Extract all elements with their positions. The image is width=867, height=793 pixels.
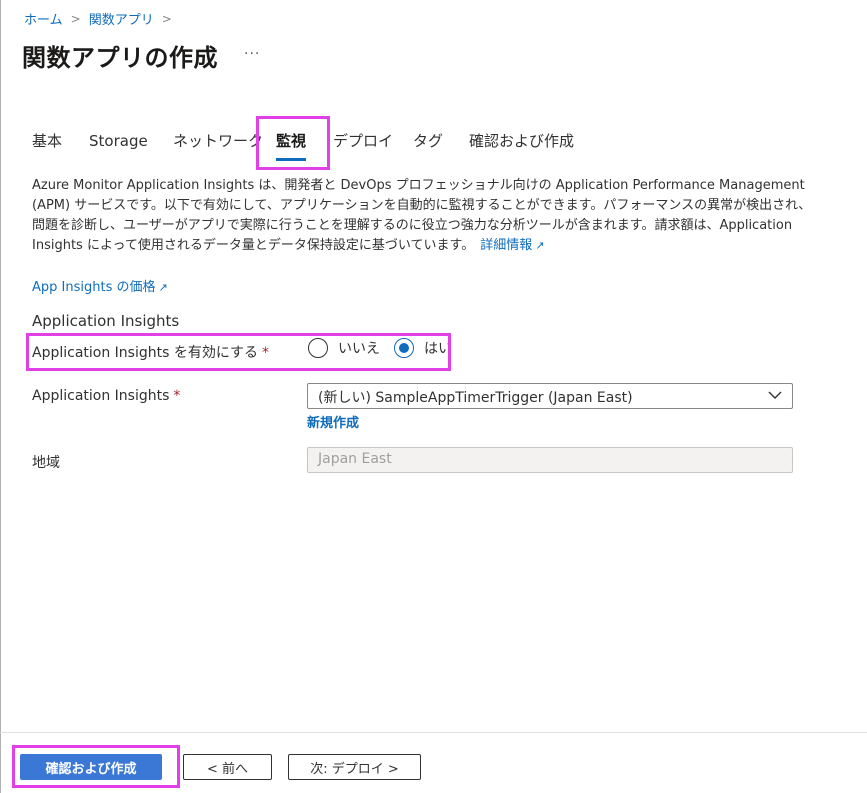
- page-title: 関数アプリの作成: [22, 44, 218, 72]
- window-edge: [0, 0, 1, 793]
- required-marker: *: [173, 388, 181, 404]
- next-button[interactable]: 次: デプロイ >: [288, 754, 421, 780]
- previous-button[interactable]: < 前へ: [183, 754, 272, 780]
- tab-networking[interactable]: ネットワーク: [173, 128, 263, 154]
- footer-divider: [0, 732, 867, 733]
- radio-yes[interactable]: はい: [394, 338, 452, 358]
- section-title: Application Insights: [32, 312, 180, 330]
- region-label: 地域: [32, 455, 60, 471]
- create-new-link[interactable]: 新規作成: [307, 412, 359, 431]
- tab-review-create[interactable]: 確認および作成: [469, 128, 574, 154]
- chevron-down-icon: [768, 391, 782, 399]
- radio-checked-icon: [394, 338, 414, 358]
- insights-label-text: Application Insights: [32, 388, 170, 404]
- radio-no-label: いいえ: [338, 341, 380, 357]
- enable-insights-label: Application Insights を有効にする *: [32, 342, 269, 362]
- region-input: Japan East: [307, 447, 793, 473]
- insights-select[interactable]: (新しい) SampleAppTimerTrigger (Japan East): [307, 383, 793, 409]
- insights-select-value: (新しい) SampleAppTimerTrigger (Japan East): [318, 390, 633, 406]
- description-text: Azure Monitor Application Insights は、開発者…: [32, 178, 812, 253]
- active-tab-indicator: [276, 158, 306, 161]
- breadcrumb-home[interactable]: ホーム: [24, 9, 63, 28]
- required-marker: *: [262, 345, 269, 361]
- insights-label: Application Insights *: [32, 388, 180, 404]
- breadcrumb-separator-icon: >: [70, 11, 81, 26]
- external-link-icon: ↗: [158, 281, 168, 294]
- tab-deployment[interactable]: デプロイ: [333, 128, 393, 154]
- pricing-link[interactable]: App Insights の価格 ↗: [32, 276, 168, 295]
- pricing-link-label: App Insights の価格: [32, 280, 156, 295]
- external-link-icon: ↗: [535, 239, 545, 252]
- radio-unchecked-icon: [308, 338, 328, 358]
- breadcrumb-separator-icon: >: [161, 11, 172, 26]
- breadcrumb: ホーム > 関数アプリ >: [24, 9, 180, 29]
- radio-dot: [399, 343, 409, 353]
- learn-more-link[interactable]: 詳細情報: [480, 238, 532, 253]
- radio-yes-label: はい: [424, 341, 452, 357]
- tab-tags[interactable]: タグ: [413, 128, 443, 154]
- review-create-button[interactable]: 確認および作成: [20, 754, 162, 780]
- more-options-button[interactable]: ...: [244, 42, 260, 58]
- breadcrumb-function-apps[interactable]: 関数アプリ: [89, 9, 154, 28]
- tab-storage[interactable]: Storage: [89, 128, 148, 154]
- tab-monitoring[interactable]: 監視: [276, 128, 306, 154]
- enable-insights-radio-group: いいえ はい: [308, 338, 466, 358]
- radio-no[interactable]: いいえ: [308, 338, 380, 358]
- enable-insights-label-text: Application Insights を有効にする: [32, 345, 258, 361]
- tab-basics[interactable]: 基本: [32, 128, 62, 154]
- description: Azure Monitor Application Insights は、開発者…: [32, 176, 822, 256]
